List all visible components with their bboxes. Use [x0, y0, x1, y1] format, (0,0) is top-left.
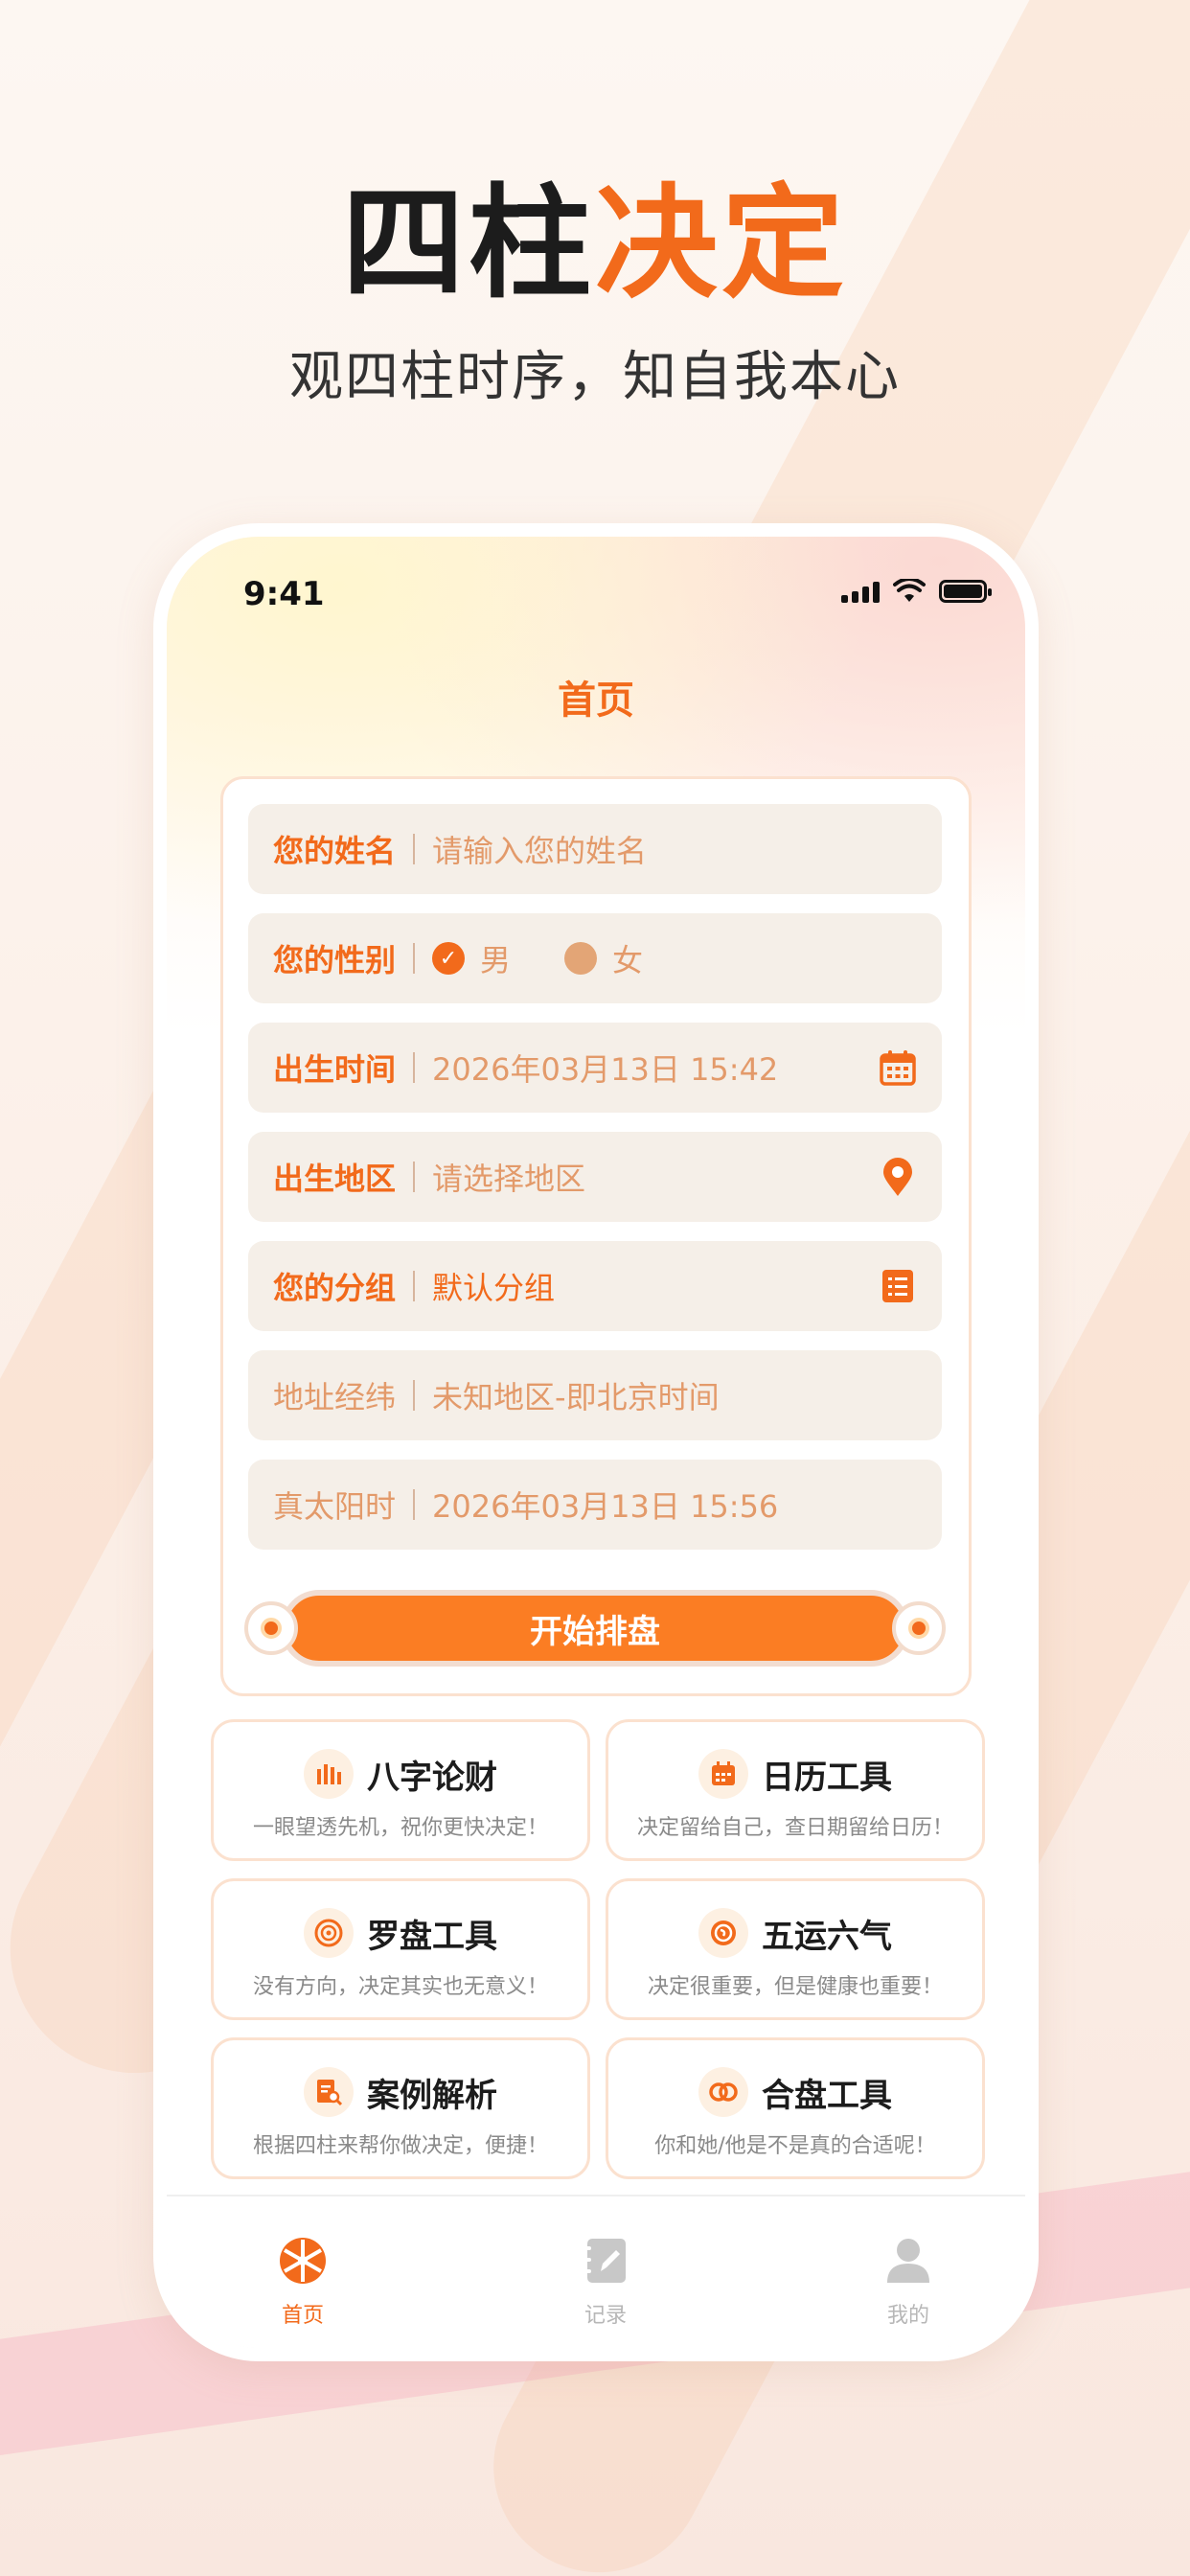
tool-desc: 一眼望透先机，祝你更快决定！ — [252, 1816, 548, 1840]
app-screen: 9:41 首页 您的姓名 请输入您的姓名 您的性别 ✓ 男 女 出生时间 202… — [167, 537, 1025, 2348]
phone-frame: 9:41 首页 您的姓名 请输入您的姓名 您的性别 ✓ 男 女 出生时间 202… — [153, 523, 1039, 2361]
hero-subtitle: 观四柱时序，知自我本心 — [289, 346, 901, 408]
address-value: 未知地区-即北京时间 — [432, 1379, 720, 1415]
solar-time-value: 2026年03月13日 15:56 — [432, 1488, 779, 1525]
notebook-icon — [584, 2239, 626, 2283]
tool-tile-compatibility[interactable]: 合盘工具 你和她/他是不是真的合适呢！ — [606, 2037, 985, 2179]
tool-name: 五运六气 — [762, 1917, 892, 1956]
group-value[interactable]: 默认分组 — [432, 1264, 879, 1308]
calendar-icon — [698, 1749, 748, 1799]
tab-home[interactable]: 首页 — [236, 2235, 370, 2329]
tab-bar: 首页 记录 我的 — [167, 2195, 1025, 2348]
signal-icon — [841, 580, 880, 603]
address-field: 地址经纬 未知地区-即北京时间 — [248, 1350, 942, 1440]
birth-region-value[interactable]: 请选择地区 — [432, 1155, 879, 1199]
status-time: 9:41 — [243, 575, 325, 613]
tool-tile-wuyun-liuqi[interactable]: 五运六气 决定很重要，但是健康也重要！ — [606, 1878, 985, 2020]
solar-time-field: 真太阳时 2026年03月13日 15:56 — [248, 1460, 942, 1550]
tool-tile-calendar[interactable]: 日历工具 决定留给自己，查日期留给日历！ — [606, 1719, 985, 1861]
tool-tile-case-analysis[interactable]: 案例解析 根据四柱来帮你做决定，便捷！ — [211, 2037, 590, 2179]
compass-icon — [304, 1908, 354, 1958]
tool-name: 案例解析 — [367, 2076, 497, 2115]
gender-label: 您的性别 — [273, 942, 397, 978]
tab-profile[interactable]: 我的 — [841, 2235, 975, 2329]
tool-name: 合盘工具 — [762, 2076, 892, 2115]
hero-title-main: 四柱 — [341, 172, 595, 315]
user-icon — [887, 2239, 929, 2283]
tool-name: 罗盘工具 — [367, 1917, 497, 1956]
calendar-icon[interactable] — [879, 1048, 917, 1087]
gender-option-female[interactable]: 女 — [612, 936, 643, 980]
name-input[interactable]: 请输入您的姓名 — [432, 827, 917, 871]
birth-time-value[interactable]: 2026年03月13日 15:42 — [432, 1046, 879, 1090]
list-icon[interactable] — [879, 1267, 917, 1305]
battery-icon — [939, 580, 992, 603]
bar-chart-icon — [304, 1749, 354, 1799]
tool-desc: 没有方向，决定其实也无意义！ — [252, 1975, 548, 1999]
birth-time-field[interactable]: 出生时间 2026年03月13日 15:42 — [248, 1023, 942, 1113]
wifi-icon — [893, 579, 926, 602]
check-icon[interactable]: ✓ — [432, 942, 466, 975]
tool-tile-bazi-wealth[interactable]: 八字论财 一眼望透先机，祝你更快决定！ — [211, 1719, 590, 1861]
page-title: 首页 — [558, 678, 634, 723]
location-pin-icon[interactable] — [879, 1158, 917, 1196]
tool-tile-compass[interactable]: 罗盘工具 没有方向，决定其实也无意义！ — [211, 1878, 590, 2020]
tool-desc: 根据四柱来帮你做决定，便捷！ — [252, 2134, 548, 2158]
tab-records[interactable]: 记录 — [538, 2235, 673, 2329]
radio-icon[interactable] — [564, 942, 598, 975]
hero-title-accent: 决定 — [595, 172, 849, 315]
group-label: 您的分组 — [273, 1270, 397, 1306]
birth-time-label: 出生时间 — [273, 1051, 397, 1088]
gender-option-male[interactable]: 男 — [480, 936, 511, 980]
tool-desc: 决定留给自己，查日期留给日历！ — [636, 1816, 953, 1840]
name-field[interactable]: 您的姓名 请输入您的姓名 — [248, 804, 942, 894]
tool-desc: 你和她/他是不是真的合适呢！ — [654, 2134, 936, 2158]
tab-label: 首页 — [281, 2304, 324, 2328]
birth-form: 您的姓名 请输入您的姓名 您的性别 ✓ 男 女 出生时间 2026年03月13日… — [220, 776, 972, 1696]
rings-icon — [698, 2067, 748, 2117]
start-button[interactable]: 开始排盘 — [281, 1590, 909, 1667]
cycle-icon — [698, 1908, 748, 1958]
gender-field: 您的性别 ✓ 男 女 — [248, 913, 942, 1003]
address-label: 地址经纬 — [273, 1379, 397, 1415]
tool-desc: 决定很重要，但是健康也重要！ — [647, 1975, 943, 1999]
tab-label: 我的 — [886, 2304, 929, 2328]
status-icons — [841, 579, 992, 604]
tool-name: 日历工具 — [762, 1758, 892, 1797]
start-button-wrap: 开始排盘 — [244, 1584, 946, 1672]
wheel-icon — [280, 2238, 326, 2284]
hero-title: 四柱决定 — [0, 182, 1190, 307]
solar-time-label: 真太阳时 — [273, 1488, 397, 1525]
tab-label: 记录 — [584, 2304, 627, 2328]
gender-options: ✓ 男 女 — [432, 936, 681, 980]
document-search-icon — [304, 2067, 354, 2117]
birth-region-label: 出生地区 — [273, 1161, 397, 1197]
birth-region-field[interactable]: 出生地区 请选择地区 — [248, 1132, 942, 1222]
knob-right-icon — [892, 1601, 946, 1655]
name-label: 您的姓名 — [273, 833, 397, 869]
tool-name: 八字论财 — [367, 1758, 497, 1797]
group-field[interactable]: 您的分组 默认分组 — [248, 1241, 942, 1331]
knob-left-icon — [244, 1601, 298, 1655]
